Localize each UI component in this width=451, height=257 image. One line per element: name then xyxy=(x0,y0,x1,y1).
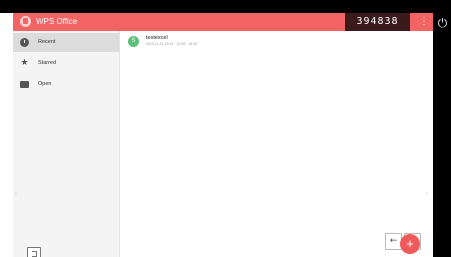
app-title: WPS Office xyxy=(36,17,78,26)
sidebar-item-open[interactable]: Open xyxy=(13,75,119,94)
more-vertical-icon[interactable]: ⋮ xyxy=(419,14,429,30)
wps-logo-icon xyxy=(20,16,31,27)
sidebar-item-label: Open xyxy=(38,81,52,87)
scroll-hint-left: › xyxy=(15,191,17,197)
wps-window: WPS Office 394838 ⋮ Recent ★ Starred Ope… xyxy=(13,13,433,257)
add-icon: + xyxy=(406,236,414,251)
spreadsheet-icon: S xyxy=(128,36,139,47)
list-item[interactable]: S testexcel 2019-11-21 15:24 · 10:08 · 1… xyxy=(120,33,433,55)
clock-icon xyxy=(20,38,29,47)
sidebar-item-starred[interactable]: ★ Starred xyxy=(13,54,119,73)
file-list: S testexcel 2019-11-21 15:24 · 10:08 · 1… xyxy=(120,31,433,257)
side-bezel xyxy=(433,0,451,257)
sidebar-item-label: Recent xyxy=(38,39,56,45)
file-meta: 2019-11-21 15:24 · 10:08 · 16:30 xyxy=(146,42,198,46)
star-icon: ★ xyxy=(20,58,29,68)
status-strip xyxy=(0,0,451,13)
title-bar: WPS Office 394838 ⋮ xyxy=(13,13,433,31)
scroll-hint-right: ‹ xyxy=(426,191,428,197)
sidebar-item-recent[interactable]: Recent xyxy=(13,33,119,52)
file-name: testexcel xyxy=(146,35,168,41)
overlay-number: 394838 xyxy=(345,13,410,31)
sidebar: Recent ★ Starred Open › xyxy=(13,31,120,257)
add-button[interactable]: + xyxy=(400,234,420,254)
sidebar-item-label: Starred xyxy=(38,60,57,66)
folder-icon xyxy=(20,81,29,88)
exit-button[interactable] xyxy=(27,247,41,257)
power-icon[interactable]: ⏻ xyxy=(436,17,449,30)
arrow-left-icon: ← xyxy=(389,236,398,246)
